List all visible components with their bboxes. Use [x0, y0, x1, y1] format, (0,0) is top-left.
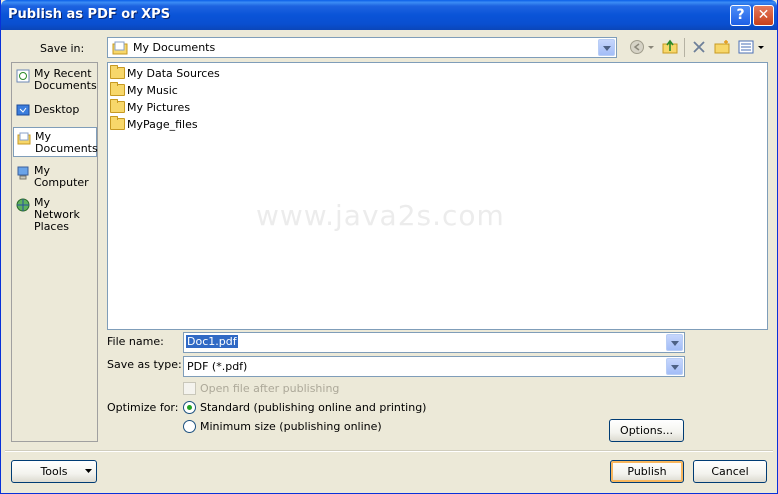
- save-as-type-value: PDF (*.pdf): [187, 360, 248, 373]
- window-title: Publish as PDF or XPS: [8, 7, 171, 22]
- my-documents-icon: [112, 41, 128, 55]
- up-folder-icon[interactable]: [662, 39, 678, 55]
- pictures-folder-icon: [110, 99, 125, 113]
- standard-radio[interactable]: [183, 401, 196, 414]
- file-list[interactable]: My Data Sources My Music My Pictures MyP…: [107, 62, 768, 330]
- optimize-for-label: Optimize for:: [107, 401, 179, 414]
- place-my-computer[interactable]: My Computer: [13, 162, 97, 192]
- title-bar: Publish as PDF or XPS ? ✕: [1, 0, 777, 30]
- open-after-label: Open file after publishing: [200, 382, 340, 395]
- publish-dialog: Publish as PDF or XPS ? ✕ Save in: My Do…: [0, 0, 778, 494]
- chevron-down-icon: [598, 39, 615, 56]
- views-dropdown-icon[interactable]: [757, 39, 765, 55]
- minimum-size-radio-label: Minimum size (publishing online): [200, 420, 382, 433]
- publish-button[interactable]: Publish: [610, 460, 684, 483]
- folder-icon: [110, 65, 125, 79]
- save-in-value: My Documents: [133, 41, 216, 54]
- tools-button[interactable]: Tools: [11, 460, 97, 483]
- chevron-down-icon: [666, 358, 683, 375]
- options-button[interactable]: Options...: [609, 419, 684, 442]
- close-button[interactable]: ✕: [753, 5, 774, 26]
- views-icon[interactable]: [738, 39, 754, 55]
- divider: [5, 450, 773, 452]
- place-my-recent-documents[interactable]: My Recent Documents: [13, 65, 97, 95]
- file-name-value: Doc1.pdf: [186, 335, 238, 348]
- standard-radio-label: Standard (publishing online and printing…: [200, 401, 427, 414]
- place-my-documents[interactable]: My Documents: [13, 127, 98, 157]
- chevron-down-icon[interactable]: [666, 334, 683, 351]
- watermark: www.java2s.com: [256, 199, 505, 232]
- recent-documents-icon: [16, 69, 30, 83]
- my-computer-icon: [17, 166, 29, 180]
- desktop-icon: [16, 104, 30, 116]
- back-dropdown-icon[interactable]: [647, 39, 655, 55]
- my-documents-icon: [17, 132, 31, 145]
- place-my-network-places[interactable]: My Network Places: [13, 194, 97, 233]
- save-in-label: Save in:: [40, 42, 85, 55]
- tools-button-label: Tools: [40, 465, 68, 478]
- save-as-type-label: Save as type:: [107, 358, 182, 371]
- save-in-dropdown[interactable]: My Documents: [107, 37, 617, 58]
- file-name-input[interactable]: Doc1.pdf: [183, 332, 685, 353]
- back-icon[interactable]: [629, 39, 645, 55]
- toolbar-separator: [684, 38, 685, 57]
- save-as-type-dropdown[interactable]: PDF (*.pdf): [183, 356, 685, 377]
- delete-icon[interactable]: [691, 39, 707, 55]
- place-desktop[interactable]: Desktop: [13, 99, 97, 129]
- folder-icon: [110, 116, 125, 130]
- minimum-size-radio[interactable]: [183, 420, 196, 433]
- network-places-icon: [16, 198, 30, 212]
- music-folder-icon: [110, 82, 125, 96]
- new-folder-icon[interactable]: [714, 39, 730, 55]
- places-bar: My Recent Documents Desktop My Documents…: [11, 62, 98, 442]
- chevron-down-icon: [85, 469, 92, 473]
- help-button[interactable]: ?: [730, 5, 751, 26]
- open-after-checkbox[interactable]: [183, 382, 196, 395]
- cancel-button[interactable]: Cancel: [693, 460, 767, 483]
- file-name-label: File name:: [107, 335, 164, 348]
